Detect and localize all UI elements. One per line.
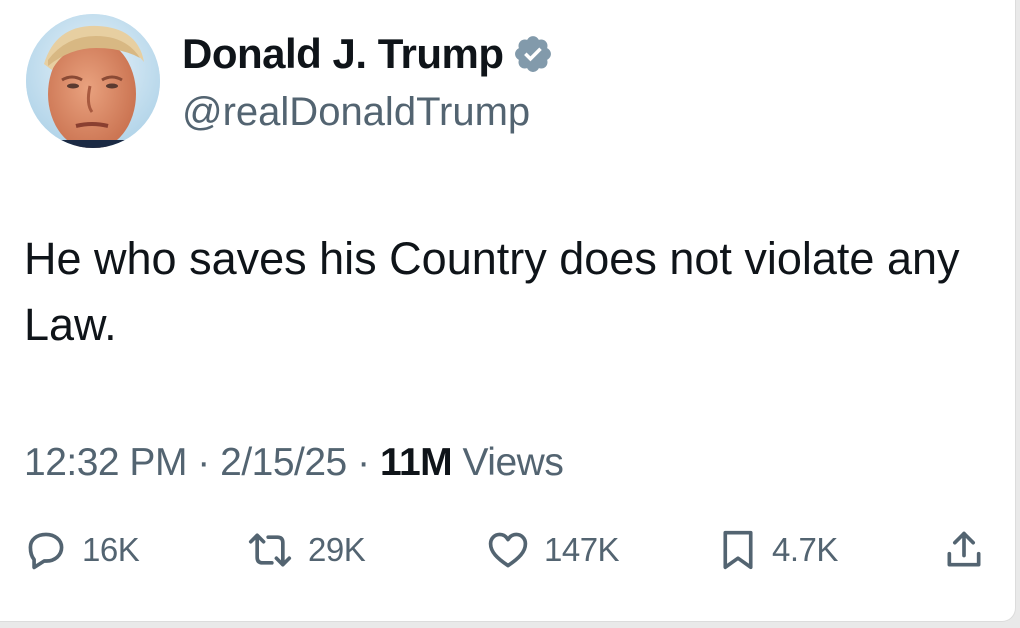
- reply-button[interactable]: 16K: [24, 528, 140, 572]
- like-button[interactable]: 147K: [486, 528, 620, 572]
- bookmark-button[interactable]: 4.7K: [718, 528, 838, 572]
- views-count[interactable]: 11M: [380, 441, 453, 484]
- author-handle[interactable]: @realDonaldTrump: [182, 90, 530, 135]
- heart-icon: [486, 528, 530, 572]
- tweet-time[interactable]: 12:32 PM: [24, 441, 187, 484]
- reply-icon: [24, 528, 68, 572]
- bookmark-icon: [718, 528, 758, 572]
- views-label: Views: [462, 441, 564, 484]
- repost-icon: [246, 528, 294, 572]
- author-name-row: Donald J. Trump: [182, 30, 554, 78]
- meta-separator: ·: [197, 441, 210, 484]
- tweet-date[interactable]: 2/15/25: [220, 441, 347, 484]
- author-display-name[interactable]: Donald J. Trump: [182, 30, 504, 78]
- repost-button[interactable]: 29K: [246, 528, 366, 572]
- reply-count: 16K: [82, 531, 140, 568]
- author-avatar[interactable]: [26, 14, 160, 148]
- verified-badge-icon[interactable]: [512, 33, 554, 75]
- tweet-meta: 12:32 PM · 2/15/25 · 11M Views: [24, 441, 564, 485]
- like-count: 147K: [544, 531, 620, 568]
- meta-separator: ·: [357, 441, 370, 484]
- tweet-actions-bar: 16K 29K 147K 4.7K: [24, 528, 994, 588]
- share-button[interactable]: [942, 528, 986, 572]
- bookmark-count: 4.7K: [772, 531, 838, 568]
- repost-count: 29K: [308, 531, 366, 568]
- tweet-text: He who saves his Country does not violat…: [24, 233, 960, 350]
- profile-photo-icon: [26, 14, 160, 148]
- tweet-card: Donald J. Trump @realDonaldTrump He who …: [0, 0, 1016, 622]
- share-icon: [942, 528, 986, 572]
